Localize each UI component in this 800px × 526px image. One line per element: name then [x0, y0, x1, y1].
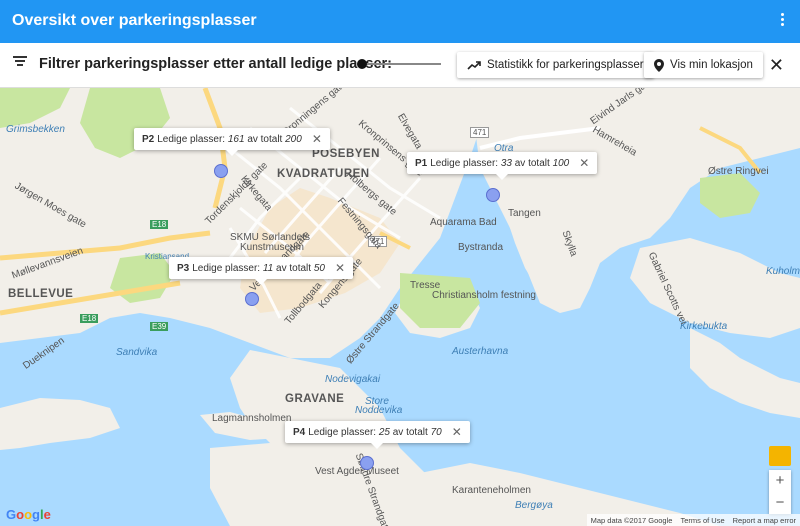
label-nodevigakai: Nodevigakai [325, 374, 381, 385]
popup-total: 70 [430, 426, 442, 438]
label-kirkebukta: Kirkebukta [680, 321, 728, 332]
label-bellevue: BELLEVUE [8, 288, 74, 300]
street-view-pegman-icon[interactable] [769, 446, 791, 466]
popup-total: 50 [313, 262, 325, 274]
zoom-in-button[interactable]: + [769, 470, 791, 492]
label-e18-a: E18 [150, 220, 169, 229]
popup-free: 11 [262, 262, 274, 274]
parking-marker-p3[interactable] [245, 292, 259, 306]
show-location-button-label: Vis min lokasjon [670, 59, 753, 71]
google-logo: Google [6, 507, 51, 522]
label-e39: E39 [150, 322, 169, 331]
popup-close-icon[interactable]: ✕ [579, 156, 589, 170]
label-kuholmsv: Kuholmsv. [766, 266, 800, 277]
slider-thumb[interactable] [357, 59, 367, 69]
map-view[interactable]: POSEBYEN KVADRATUREN BELLEVUE GRAVANE Gr… [0, 88, 800, 526]
label-ostre-ringvei: Østre Ringvei [708, 166, 769, 177]
filter-list-icon [13, 56, 27, 66]
popup-total: 100 [552, 157, 570, 169]
label-bergoya: Bergøya [515, 500, 553, 511]
parking-popup-p4: P4 Ledige plasser: 25 av totalt 70 ✕ [285, 421, 470, 449]
filter-label: Filtrer parkeringsplasser etter antall l… [39, 56, 392, 72]
label-christiansholm: Christiansholm festning [432, 290, 536, 301]
parking-marker-p4[interactable] [360, 456, 374, 470]
popup-id: P4 [293, 426, 306, 438]
more-vert-icon[interactable] [780, 13, 786, 29]
popup-close-icon[interactable]: ✕ [312, 132, 322, 146]
app-bar: Oversikt over parkeringsplasser [0, 0, 800, 43]
popup-total: 200 [285, 133, 302, 145]
popup-mid: av totalt [247, 133, 283, 145]
show-location-button[interactable]: Vis min lokasjon [644, 52, 763, 78]
zoom-control: + − [769, 470, 791, 514]
statistics-button[interactable]: Statistikk for parkeringsplasser [457, 52, 654, 78]
popup-mid: av totalt [276, 262, 312, 274]
parking-popup-p2: P2 Ledige plasser: 161 av totalt 200 ✕ [134, 128, 330, 156]
popup-prefix: Ledige plasser: [192, 262, 261, 274]
popup-free: 33 [500, 157, 512, 169]
close-icon[interactable]: ✕ [769, 56, 784, 74]
label-e18-b: E18 [80, 314, 99, 323]
label-noddevika: Noddevika [355, 405, 403, 416]
report-error-link[interactable]: Report a map error [733, 516, 796, 525]
label-sandvika: Sandvika [116, 347, 158, 358]
label-tangen: Tangen [508, 208, 541, 219]
popup-prefix: Ledige plasser: [157, 133, 226, 145]
map-data-credit: Map data ©2017 Google [590, 515, 673, 525]
popup-free: 25 [378, 426, 390, 438]
parking-marker-p1[interactable] [486, 188, 500, 202]
free-spaces-slider[interactable] [357, 58, 441, 70]
popup-id: P2 [142, 133, 155, 145]
popup-id: P3 [177, 262, 190, 274]
popup-close-icon[interactable]: ✕ [335, 261, 345, 275]
parking-marker-p2[interactable] [214, 164, 228, 178]
label-r471-a: 471 [470, 127, 490, 138]
label-lagmannsholmen: Lagmannsholmen [212, 413, 292, 424]
parking-popup-p3: P3 Ledige plasser: 11 av totalt 50 ✕ [169, 257, 354, 285]
popup-close-icon[interactable]: ✕ [452, 425, 462, 439]
terms-link[interactable]: Terms of Use [680, 516, 724, 525]
parking-popup-p1: P1 Ledige plasser: 33 av totalt 100 ✕ [407, 152, 598, 180]
popup-free: 161 [227, 133, 245, 145]
statistics-button-label: Statistikk for parkeringsplasser [487, 59, 644, 71]
label-karanteneholmen: Karanteneholmen [452, 485, 531, 496]
slider-track [361, 63, 441, 65]
trending-up-icon [467, 61, 481, 70]
label-tresse: Tresse [410, 280, 441, 291]
popup-id: P1 [415, 157, 428, 169]
app-title: Oversikt over parkeringsplasser [12, 12, 257, 29]
popup-mid: av totalt [392, 426, 428, 438]
label-grimsbekken: Grimsbekken [6, 124, 65, 135]
popup-prefix: Ledige plasser: [308, 426, 377, 438]
location-pin-icon [654, 58, 664, 72]
label-aquarama: Aquarama Bad [430, 217, 497, 228]
map-footer: Map data ©2017 Google Terms of Use Repor… [586, 514, 800, 526]
zoom-out-button[interactable]: − [769, 492, 791, 514]
label-bystranda: Bystranda [458, 242, 504, 253]
popup-mid: av totalt [514, 157, 550, 169]
label-gravane: GRAVANE [285, 393, 345, 405]
popup-prefix: Ledige plasser: [430, 157, 499, 169]
label-austerhavna: Austerhavna [452, 346, 509, 357]
